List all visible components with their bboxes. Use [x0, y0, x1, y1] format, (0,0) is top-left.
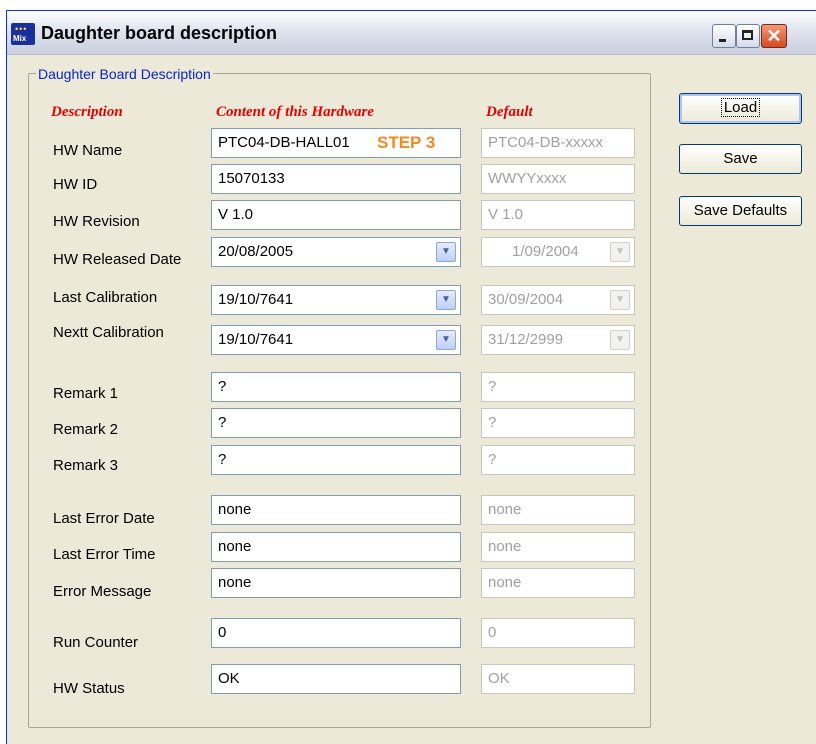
chevron-down-icon[interactable]: ▼ [436, 330, 456, 350]
last-calibration-value: 19/10/7641 [218, 291, 294, 308]
minimize-button[interactable] [712, 24, 736, 48]
remark3-default-field: ? [481, 445, 635, 475]
remark2-label: Remark 2 [53, 421, 119, 438]
load-button-label: Load [720, 98, 761, 117]
remark2-input[interactable]: ? [211, 408, 461, 438]
save-defaults-button[interactable]: Save Defaults [679, 196, 802, 226]
group-title: Daughter Board Description [36, 66, 213, 82]
close-button[interactable]: ✕ [761, 24, 787, 48]
last-error-date-default-field: none [481, 495, 635, 525]
next-calibration-default-value: 31/12/2999 [488, 331, 564, 348]
run-counter-input[interactable]: 0 [211, 618, 461, 648]
run-counter-default-field: 0 [481, 618, 635, 648]
hw-status-default-field: OK [481, 664, 635, 694]
hw-id-input[interactable]: 15070133 [211, 164, 461, 194]
hw-released-date-value: 20/08/2005 [218, 243, 294, 260]
title-bar[interactable]: ••• Mix Daughter board description ✕ [7, 11, 816, 55]
hw-released-date-default-picker: 1/09/2004 ▼ [481, 237, 635, 267]
error-message-label: Error Message [53, 583, 152, 600]
minimize-icon [719, 39, 726, 42]
next-calibration-value: 19/10/7641 [218, 331, 294, 348]
mix-app-icon: ••• Mix [11, 23, 35, 45]
last-calibration-picker[interactable]: 19/10/7641 ▼ [211, 285, 461, 315]
last-calibration-label: Last Calibration [53, 289, 158, 306]
column-heading-content: Content of this Hardware [216, 104, 374, 120]
last-error-date-input[interactable]: none [211, 495, 461, 525]
chevron-down-icon: ▼ [610, 330, 630, 350]
error-message-input[interactable]: none [211, 568, 461, 598]
last-calibration-default-value: 30/09/2004 [488, 291, 564, 308]
last-error-time-input[interactable]: none [211, 532, 461, 562]
remark1-label: Remark 1 [53, 385, 119, 402]
step-annotation: STEP 3 [377, 133, 436, 152]
chevron-down-icon[interactable]: ▼ [436, 242, 456, 262]
hw-revision-label: HW Revision [53, 213, 140, 230]
last-calibration-default-picker: 30/09/2004 ▼ [481, 285, 635, 315]
hw-released-date-default-value: 1/09/2004 [512, 243, 579, 260]
next-calibration-default-picker: 31/12/2999 ▼ [481, 325, 635, 355]
hw-name-default-field: PTC04-DB-xxxxx [481, 128, 635, 158]
hw-status-input[interactable]: OK [211, 664, 461, 694]
maximize-icon [742, 30, 753, 40]
remark3-input[interactable]: ? [211, 445, 461, 475]
remark1-input[interactable]: ? [211, 372, 461, 402]
close-icon: ✕ [766, 26, 782, 46]
hw-status-label: HW Status [53, 680, 125, 697]
last-error-time-label: Last Error Time [53, 546, 156, 563]
chevron-down-icon[interactable]: ▼ [436, 290, 456, 310]
remark3-label: Remark 3 [53, 457, 119, 474]
hw-released-date-picker[interactable]: 20/08/2005 ▼ [211, 237, 461, 267]
chevron-down-icon: ▼ [610, 290, 630, 310]
chevron-down-icon: ▼ [610, 242, 630, 262]
window-title: Daughter board description [41, 23, 278, 43]
hw-name-label: HW Name [53, 142, 123, 159]
remark2-default-field: ? [481, 408, 635, 438]
last-error-time-default-field: none [481, 532, 635, 562]
column-heading-default: Default [486, 104, 533, 120]
hw-revision-default-field: V 1.0 [481, 200, 635, 230]
next-calibration-picker[interactable]: 19/10/7641 ▼ [211, 325, 461, 355]
hw-id-default-field: WWYYxxxx [481, 164, 635, 194]
error-message-default-field: none [481, 568, 635, 598]
hw-revision-input[interactable]: V 1.0 [211, 200, 461, 230]
last-error-date-label: Last Error Date [53, 510, 155, 527]
run-counter-label: Run Counter [53, 634, 139, 651]
remark1-default-field: ? [481, 372, 635, 402]
load-button[interactable]: Load [679, 93, 802, 124]
next-calibration-label: Nextt Calibration [53, 324, 164, 341]
hw-id-label: HW ID [53, 176, 98, 193]
hw-released-date-label: HW Released Date [53, 251, 182, 268]
column-heading-description: Description [51, 104, 123, 120]
save-button[interactable]: Save [679, 144, 802, 174]
maximize-button[interactable] [736, 24, 760, 48]
